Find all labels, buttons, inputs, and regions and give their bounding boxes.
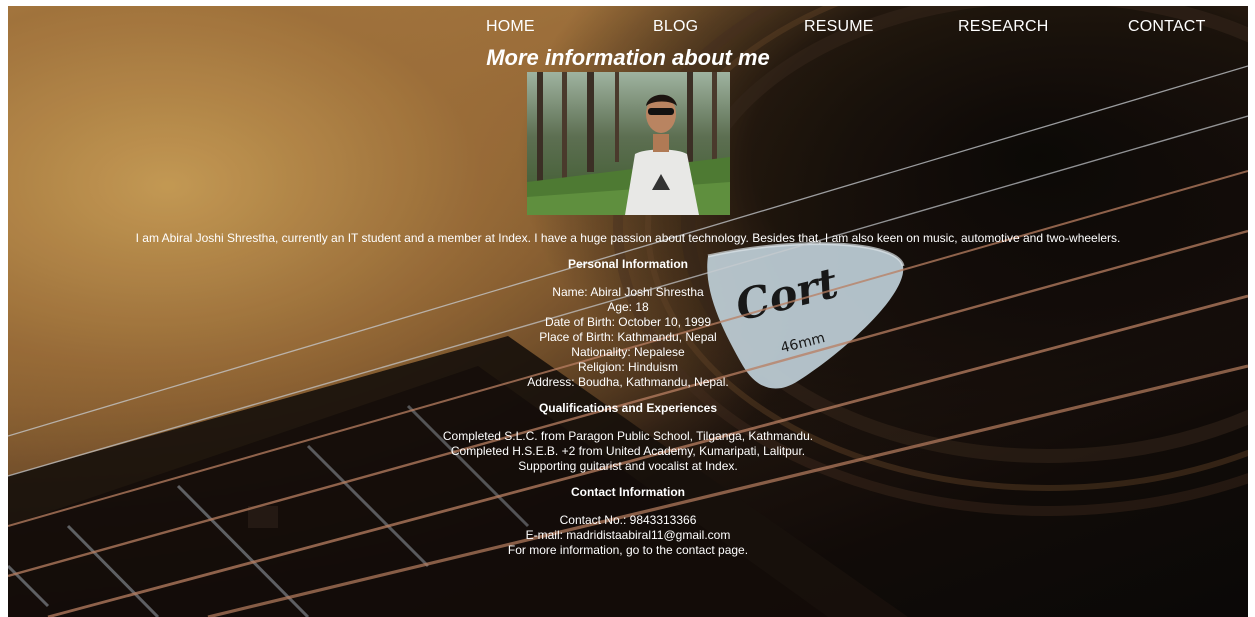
main-content: More information about me I am Abiral Jo… [8,44,1248,558]
personal-age: Age: 18 [607,300,649,314]
nav-link-contact[interactable]: CONTACT [1128,18,1206,36]
personal-nationality: Nationality: Nepalese [571,345,685,359]
nav-link-blog[interactable]: BLOG [653,18,698,36]
personal-info-block: Name: Abiral Joshi Shrestha Age: 18 Date… [8,285,1248,390]
personal-dob: Date of Birth: October 10, 1999 [544,315,712,329]
qualifications-heading: Qualifications and Experiences [538,401,718,415]
contact-info-block: Contact No.: 9843313366 E-mail: madridis… [8,513,1248,558]
experience-guitarist: Supporting guitarist and vocalist at Ind… [518,459,738,473]
profile-photo [526,72,730,215]
intro-paragraph: I am Abiral Joshi Shrestha, currently an… [135,231,1121,245]
personal-name: Name: Abiral Joshi Shrestha [552,285,704,299]
qualification-slc: Completed S.L.C. from Paragon Public Sch… [442,429,814,443]
nav-link-research[interactable]: RESEARCH [958,18,1049,36]
personal-religion: Religion: Hinduism [577,360,679,374]
nav-link-resume[interactable]: RESUME [804,18,874,36]
contact-info-heading: Contact Information [571,485,685,499]
qualification-hseb: Completed H.S.E.B. +2 from United Academ… [450,444,806,458]
contact-phone: Contact No.: 9843313366 [559,513,697,527]
contact-email: E-mail: madridistaabiral11@gmail.com [525,528,731,542]
personal-birthplace: Place of Birth: Kathmandu, Nepal [539,330,717,344]
page-background: Cort 46mm HOME BLOG RESUME RESEARCH CONT… [8,6,1248,617]
personal-info-heading: Personal Information [567,257,689,271]
personal-address: Address: Boudha, Kathmandu, Nepal. [527,375,729,389]
qualifications-block: Completed S.L.C. from Paragon Public Sch… [8,429,1248,474]
contact-page-note: For more information, go to the contact … [507,543,749,557]
nav-link-home[interactable]: HOME [486,18,535,36]
page-title: More information about me [486,45,770,70]
main-nav: HOME BLOG RESUME RESEARCH CONTACT [8,18,1248,40]
